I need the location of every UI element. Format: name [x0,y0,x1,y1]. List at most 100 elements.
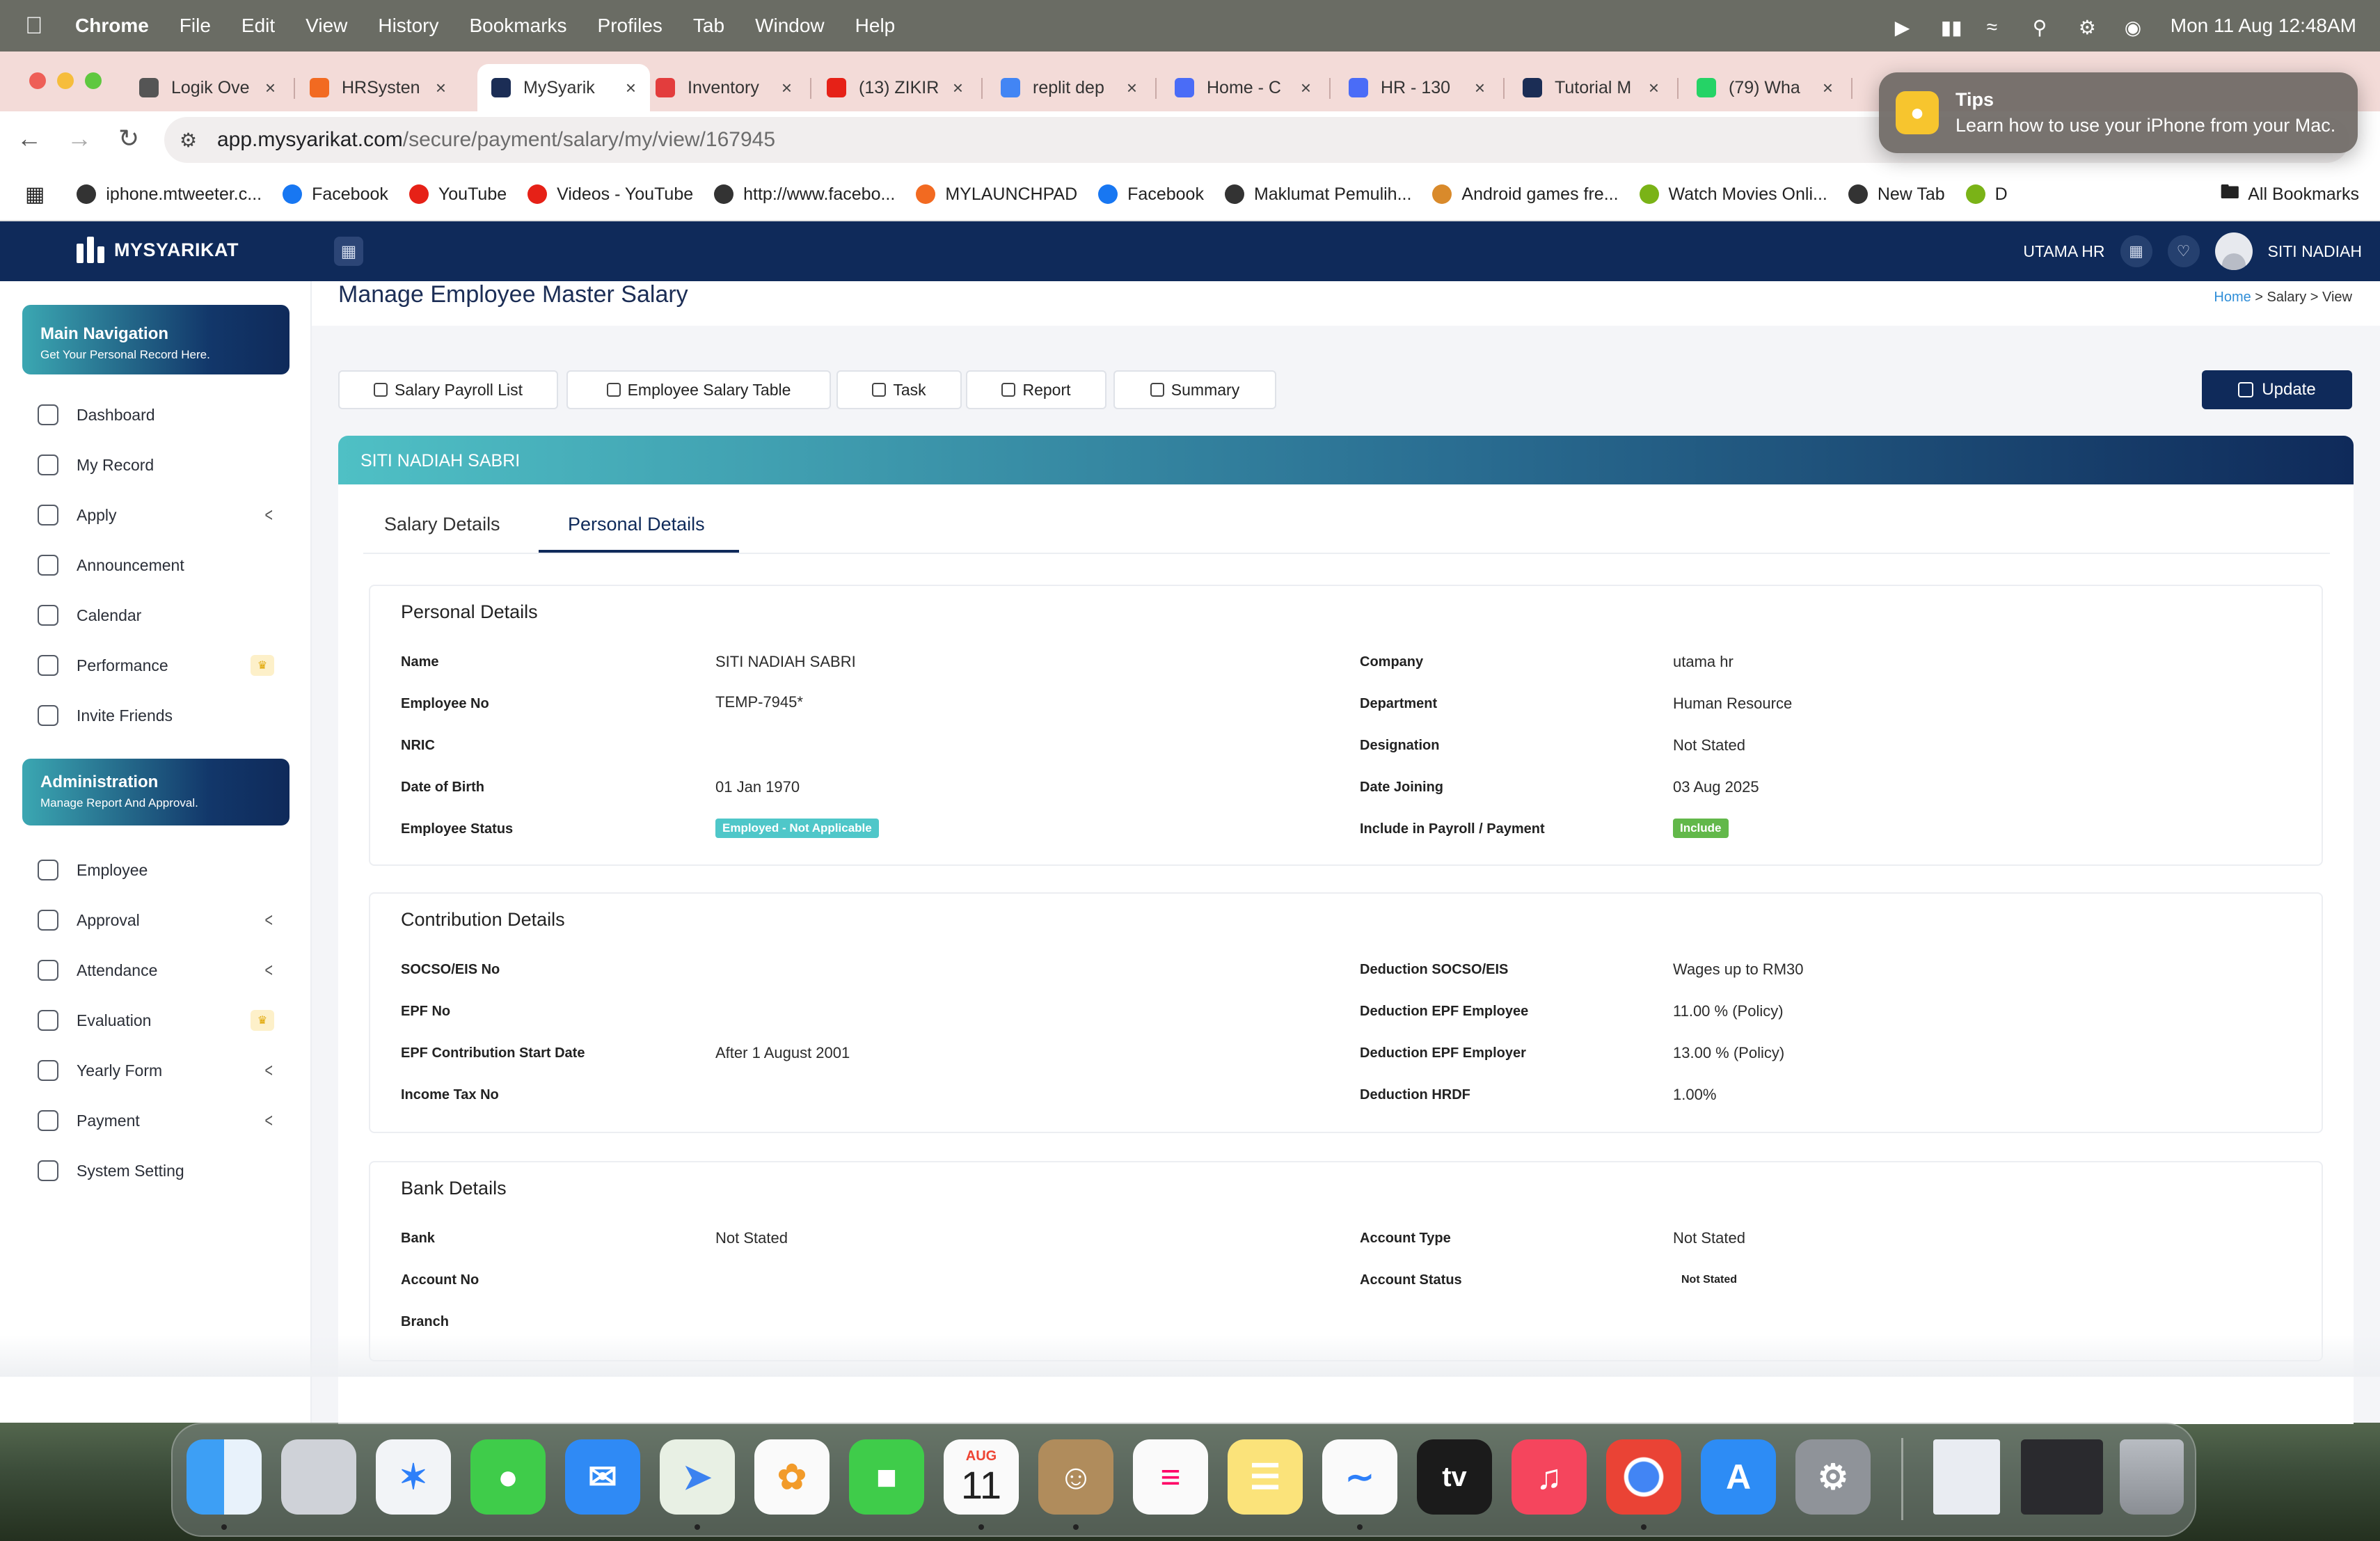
avatar[interactable] [2214,232,2253,270]
browser-tab[interactable]: (79) Wha × [1683,64,1847,111]
apps-grid-icon[interactable]: ▦ [25,182,45,207]
app-grid-button[interactable]: ▦ [334,237,363,266]
document-thumbnail-icon[interactable] [1933,1439,2000,1515]
company-switch-icon[interactable]: ▦ [2120,235,2152,267]
finder-icon[interactable] [187,1439,262,1515]
sidebar-item-apply[interactable]: Apply < [38,496,274,535]
browser-tab[interactable]: HR - 130 × [1335,64,1499,111]
minimize-window-button[interactable] [57,72,74,89]
siri-icon[interactable]: ◉ [2125,16,2147,38]
messages-icon[interactable]: ● [470,1439,546,1515]
salary-payroll-list-button[interactable]: Salary Payroll List [338,370,558,409]
close-tab-icon[interactable]: × [626,77,636,99]
task-button[interactable]: Task [836,370,962,409]
bookmark-item[interactable]: MYLAUNCHPAD [916,184,1077,205]
menu-edit[interactable]: Edit [241,15,275,37]
sidebar-item-approval[interactable]: Approval < [38,901,274,940]
bookmark-item[interactable]: YouTube [408,184,507,205]
sidebar-item-performance[interactable]: Performance ♛ [38,646,274,685]
music-icon[interactable]: ♫ [1512,1439,1587,1515]
menu-view[interactable]: View [306,15,347,37]
browser-tab[interactable]: Home - C × [1161,64,1325,111]
notes-icon[interactable]: ☰ [1228,1439,1303,1515]
menu-file[interactable]: File [180,15,211,37]
close-tab-icon[interactable]: × [1649,77,1659,99]
apple-tv-icon[interactable]: tv [1417,1439,1492,1515]
safari-icon[interactable]: ✶ [376,1439,451,1515]
sidebar-item-invite-friends[interactable]: Invite Friends [38,696,274,735]
menu-bookmarks[interactable]: Bookmarks [469,15,566,37]
summary-button[interactable]: Summary [1113,370,1276,409]
close-tab-icon[interactable]: × [1475,77,1485,99]
bookmark-item[interactable]: http://www.facebo... [714,184,895,205]
sidebar-item-announcement[interactable]: Announcement [38,546,274,585]
tips-notification[interactable]: ● Tips Learn how to use your iPhone from… [1879,72,2358,153]
chrome-icon[interactable] [1606,1439,1681,1515]
bookmark-item[interactable]: Watch Movies Onli... [1639,184,1827,205]
close-window-button[interactable] [29,72,46,89]
bookmark-item[interactable]: iphone.mtweeter.c... [77,184,262,205]
user-name[interactable]: SITI NADIAH [2268,242,2362,261]
close-tab-icon[interactable]: × [1823,77,1833,99]
brand-logo[interactable]: MYSYARIKAT [77,237,239,263]
report-button[interactable]: Report [966,370,1106,409]
photos-icon[interactable]: ✿ [754,1439,830,1515]
close-tab-icon[interactable]: × [1127,77,1137,99]
breadcrumb-home-link[interactable]: Home [2214,290,2251,305]
browser-tab[interactable]: (13) ZIKIR × [813,64,977,111]
system-settings-icon[interactable]: ⚙ [1795,1439,1871,1515]
launchpad-icon[interactable] [281,1439,356,1515]
bookmark-item[interactable]: Facebook [283,184,388,205]
site-settings-icon[interactable]: ⚙ [180,129,197,152]
sidebar-item-evaluation[interactable]: Evaluation ♛ [38,1001,274,1040]
contacts-icon[interactable]: ☺ [1038,1439,1113,1515]
close-tab-icon[interactable]: × [436,77,446,99]
menu-app-name[interactable]: Chrome [75,15,149,37]
back-arrow-icon[interactable]: ← [17,124,42,153]
reload-icon[interactable]: ↻ [118,124,139,153]
menu-tab[interactable]: Tab [693,15,724,37]
app-store-icon[interactable]: A [1701,1439,1776,1515]
battery-icon[interactable]: ▮▮ [1941,16,1963,38]
forward-arrow-icon[interactable]: → [67,124,92,153]
sidebar-item-dashboard[interactable]: Dashboard [38,395,274,434]
trash-icon[interactable] [2120,1439,2184,1515]
sidebar-item-system-setting[interactable]: System Setting [38,1151,274,1190]
sidebar-item-yearly-form[interactable]: Yearly Form < [38,1051,274,1090]
close-tab-icon[interactable]: × [782,77,792,99]
apple-icon[interactable]:  [25,13,49,40]
screenshot-stack-icon[interactable] [2021,1439,2103,1515]
sidebar-item-attendance[interactable]: Attendance < [38,951,274,990]
menu-profiles[interactable]: Profiles [598,15,663,37]
menu-help[interactable]: Help [855,15,896,37]
browser-tab[interactable]: Inventory × [642,64,806,111]
bookmark-item[interactable]: D [1965,184,2008,205]
browser-tab[interactable]: Tutorial M × [1509,64,1673,111]
tab-salary-details[interactable]: Salary Details [384,514,500,535]
facetime-icon[interactable]: ■ [849,1439,924,1515]
sidebar-item-payment[interactable]: Payment < [38,1101,274,1140]
bookmark-item[interactable]: Videos - YouTube [527,184,693,205]
control-center-icon[interactable]: ⚙ [2079,16,2101,38]
browser-tab[interactable]: HRSysten × [296,64,460,111]
close-tab-icon[interactable]: × [953,77,963,99]
bookmark-item[interactable]: Maklumat Pemulih... [1224,184,1411,205]
notification-bell-icon[interactable]: ♡ [2167,235,2200,267]
browser-tab[interactable]: Logik Ove × [125,64,289,111]
tab-personal-details[interactable]: Personal Details [568,514,705,535]
zoom-window-button[interactable] [85,72,102,89]
maps-icon[interactable]: ➤ [660,1439,735,1515]
close-tab-icon[interactable]: × [1301,77,1311,99]
calendar-icon[interactable]: AUG 11 [944,1439,1019,1515]
wifi-icon[interactable]: ≈ [1987,16,2009,38]
menu-clock[interactable]: Mon 11 Aug 12:48AM [2171,15,2356,37]
close-tab-icon[interactable]: × [265,77,276,99]
browser-tab[interactable]: replit dep × [987,64,1151,111]
update-button[interactable]: Update [2202,370,2352,409]
reminders-icon[interactable]: ≡ [1133,1439,1208,1515]
sidebar-item-calendar[interactable]: Calendar [38,596,274,635]
mail-icon[interactable]: ✉ [565,1439,640,1515]
bookmark-item[interactable]: Android games fre... [1432,184,1619,205]
bookmark-item[interactable]: New Tab [1848,184,1945,205]
browser-tab[interactable]: MySyarik × [477,64,650,111]
